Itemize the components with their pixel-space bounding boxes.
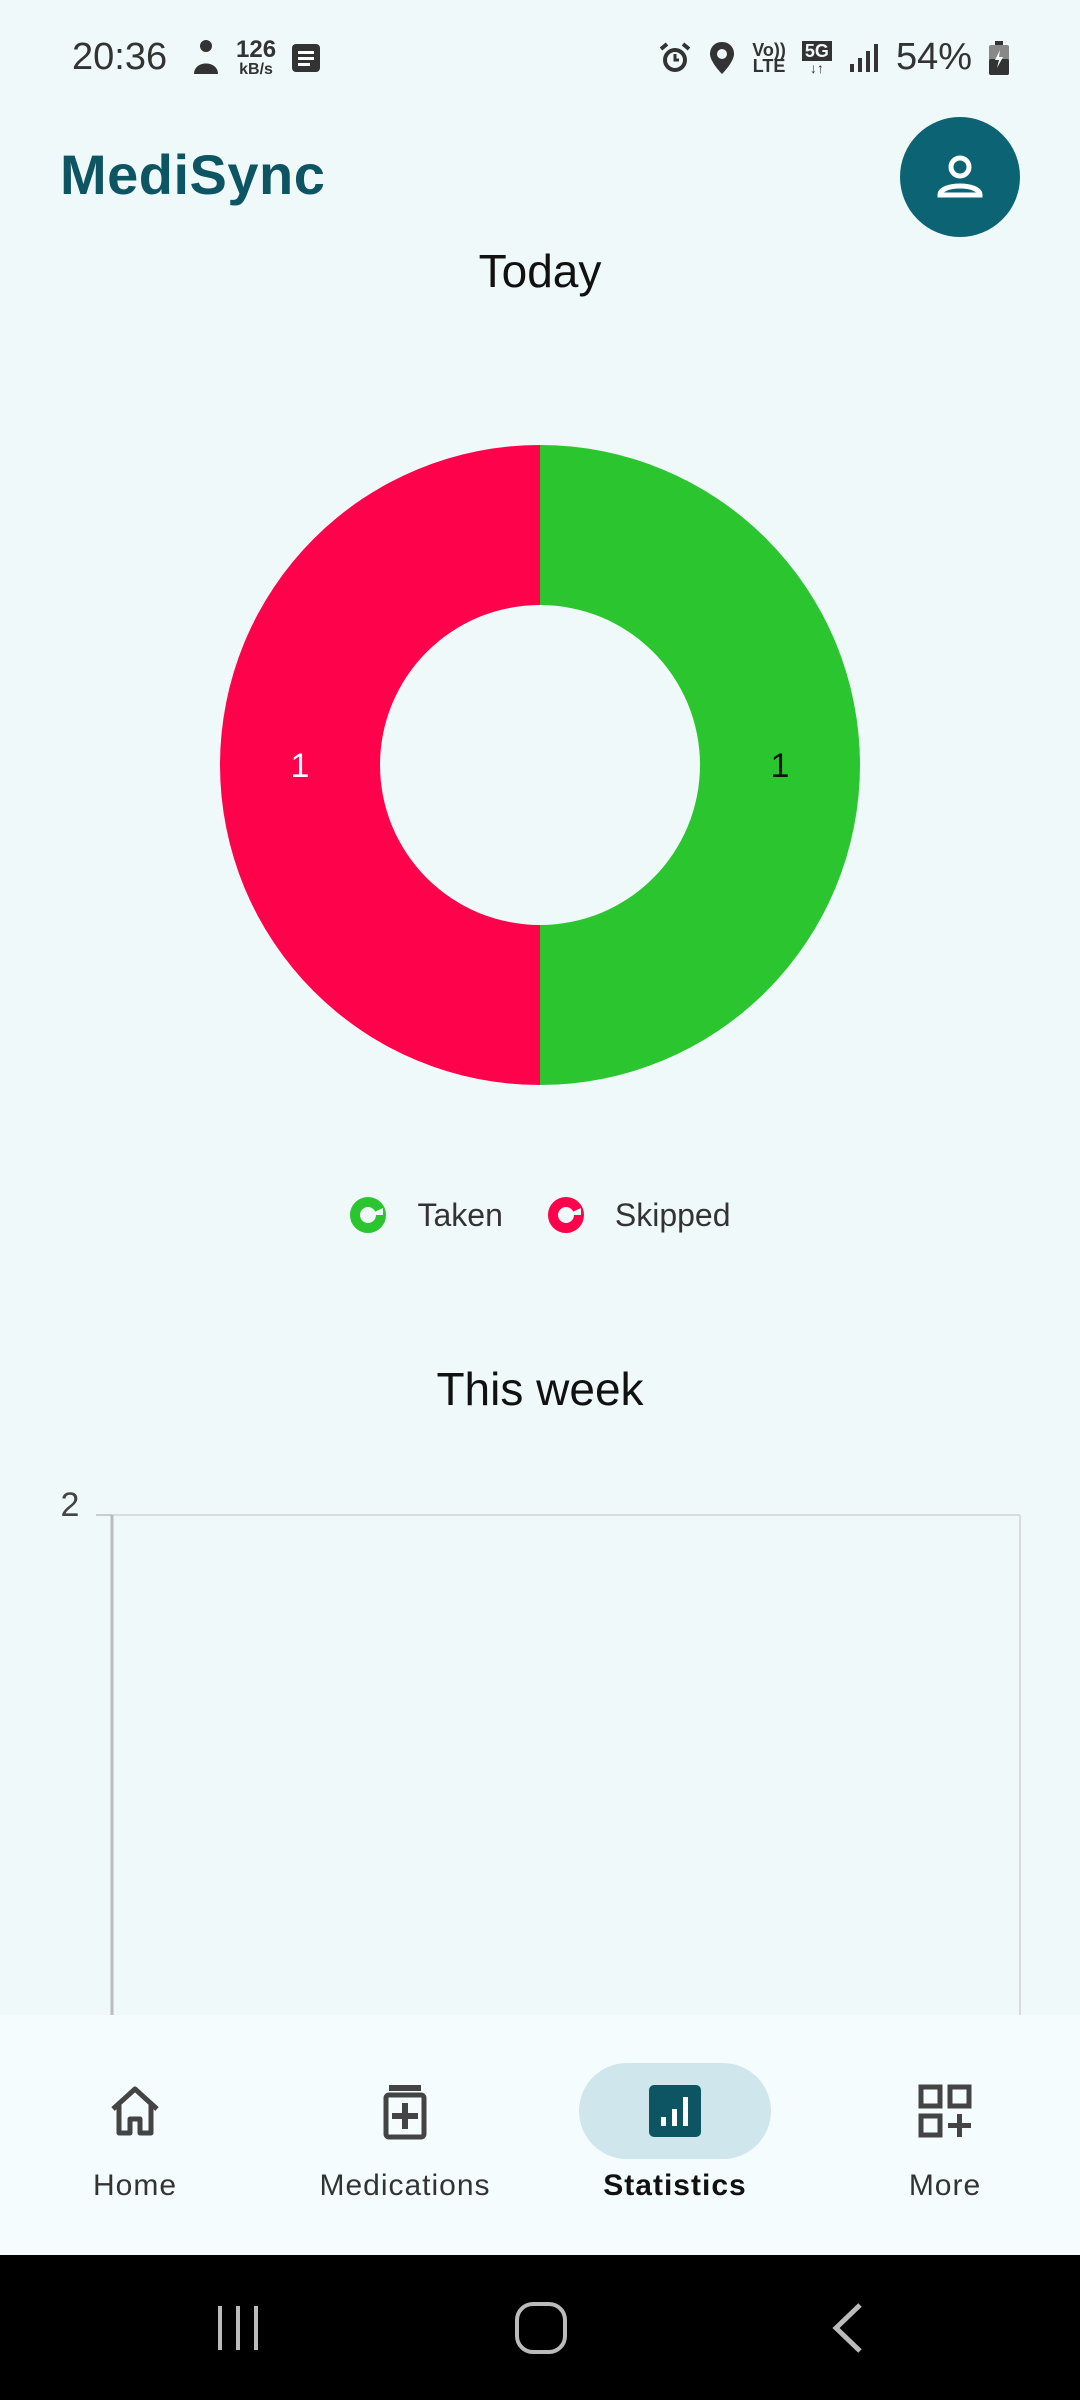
nav-icon-container bbox=[849, 2063, 1041, 2159]
donut-slice-taken bbox=[540, 445, 860, 1085]
medication-icon bbox=[383, 2085, 427, 2140]
nav-item-home[interactable]: Home bbox=[0, 2015, 270, 2255]
nav-icon-container bbox=[309, 2063, 501, 2159]
nav-item-more[interactable]: More bbox=[810, 2015, 1080, 2255]
today-legend: Taken Skipped bbox=[0, 1196, 1080, 1234]
donut-slice-skipped bbox=[220, 445, 540, 1085]
recents-icon[interactable] bbox=[210, 2300, 266, 2356]
statistics-icon bbox=[649, 2085, 701, 2137]
nav-label-statistics: Statistics bbox=[603, 2169, 747, 2202]
donut-data-label-skipped: 1 bbox=[291, 747, 310, 785]
donut-legend-icon bbox=[547, 1197, 584, 1233]
more-icon bbox=[918, 2084, 972, 2138]
nav-icon-container bbox=[579, 2063, 771, 2159]
home-icon bbox=[111, 2086, 159, 2136]
nav-item-statistics[interactable]: Statistics bbox=[540, 2015, 810, 2255]
nav-label-home: Home bbox=[92, 2169, 178, 2202]
home-circle-icon[interactable] bbox=[512, 2299, 570, 2357]
legend-item-taken: Taken bbox=[349, 1196, 503, 1234]
y-tick-label: 2 bbox=[61, 1486, 80, 1524]
nav-item-medications[interactable]: Medications bbox=[270, 2015, 540, 2255]
bottom-navigation: Home Medications Statistics More bbox=[0, 2015, 1080, 2255]
week-title: This week bbox=[436, 1363, 644, 1415]
donut-data-label-taken: 1 bbox=[771, 747, 790, 785]
legend-label-skipped: Skipped bbox=[614, 1196, 731, 1233]
week-bar-chart: 2 bbox=[61, 1486, 1021, 2015]
nav-label-more: More bbox=[908, 2169, 982, 2202]
today-donut-chart: 11 bbox=[220, 445, 860, 1085]
nav-label-medications: Medications bbox=[319, 2169, 491, 2202]
donut-legend-icon bbox=[350, 1197, 387, 1233]
nav-icon-container bbox=[39, 2063, 231, 2159]
legend-label-taken: Taken bbox=[417, 1196, 503, 1233]
legend-item-skipped: Skipped bbox=[547, 1196, 731, 1234]
system-navigation-bar bbox=[0, 2255, 1080, 2400]
back-icon[interactable] bbox=[820, 2299, 876, 2357]
